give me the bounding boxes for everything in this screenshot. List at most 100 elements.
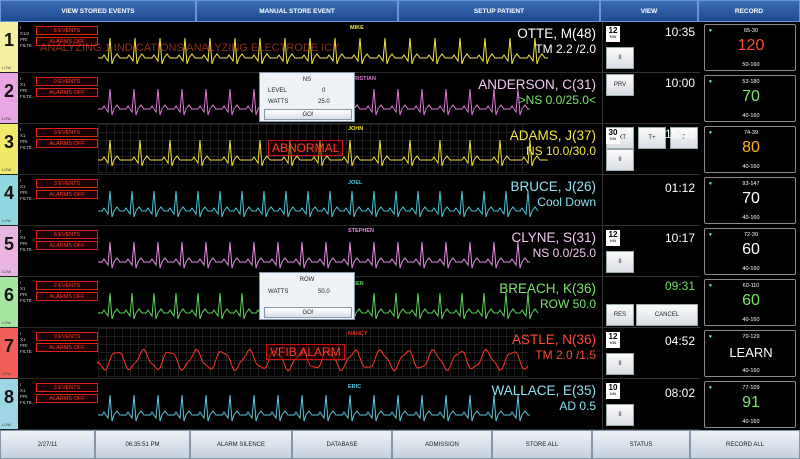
channel-tab[interactable]: 3 LOW xyxy=(0,124,18,175)
channel-low-label: LOW xyxy=(2,320,12,325)
alarms-off-button[interactable]: ALARMS OFF xyxy=(36,394,98,403)
go-button[interactable]: GO! xyxy=(264,307,352,318)
patient-status: NS 0.0/25.0 xyxy=(532,246,596,260)
elapsed-time: 10:00 xyxy=(664,76,695,90)
pause-button[interactable]: II xyxy=(606,404,634,426)
watts-value[interactable]: 50.0 xyxy=(318,289,330,295)
interval-box[interactable]: 12 MIN xyxy=(606,26,620,42)
interval-box[interactable]: 30 MIN xyxy=(606,128,620,144)
channel-tab[interactable]: 7 LOW xyxy=(0,328,18,379)
events-button[interactable]: 6 EVENTS xyxy=(36,230,98,239)
manual-store-event-button[interactable]: MANUAL STORE EVENT xyxy=(196,0,398,22)
pause-button[interactable]: II xyxy=(606,251,634,273)
interval-box[interactable]: 12 MIN xyxy=(606,332,620,348)
rate-range: 74-39 xyxy=(743,130,759,136)
events-button[interactable]: 9 EVENTS xyxy=(36,128,98,137)
events-button[interactable]: 0 EVENTS xyxy=(36,77,98,86)
patient-row[interactable]: I X1 PRI FILTE 6 EVENTS ALARMS OFF STEPHEN CLYN… xyxy=(18,226,602,277)
patient-tag: RISTIAN xyxy=(354,76,376,82)
alarms-off-button[interactable]: ALARMS OFF xyxy=(36,88,98,97)
previous-button[interactable]: PRV xyxy=(606,74,634,96)
interval-value: 30 xyxy=(608,128,618,137)
view-stored-events-button[interactable]: VIEW STORED EVENTS xyxy=(0,0,196,22)
setup-patient-button[interactable]: SETUP PATIENT xyxy=(398,0,600,22)
analysis-message: ANALYZING 1 INDICATIONS ANALYZING ELECTR… xyxy=(40,42,340,54)
alarms-off-button[interactable]: ALARMS OFF xyxy=(36,241,98,250)
heart-rate-tile[interactable]: ♥ 53-180 70 40-160 xyxy=(704,75,796,122)
heart-rate-value: 91 xyxy=(742,394,760,411)
level-value[interactable]: 0 xyxy=(322,88,325,94)
interval-value: 12 xyxy=(608,26,618,35)
channel-number: 3 xyxy=(3,132,14,152)
lead-setting: FILTE xyxy=(20,145,32,150)
channel-tab[interactable]: 5 LOW xyxy=(0,226,18,277)
events-button[interactable]: 9 EVENTS xyxy=(36,332,98,341)
view-button[interactable]: VIEW xyxy=(600,0,698,22)
go-button[interactable]: GO! xyxy=(264,109,352,120)
database-button[interactable]: DATABASE xyxy=(292,430,392,459)
alarm-indicator: VFIB ALARM xyxy=(266,344,345,360)
watts-value[interactable]: 25.0 xyxy=(318,99,330,105)
interval-box[interactable]: 10 MIN xyxy=(606,383,620,399)
view-row: 09:31 RES CANCEL xyxy=(603,277,701,328)
alarms-off-button[interactable]: ALARMS OFF xyxy=(36,139,98,148)
patient-name: WALLACE, E(35) xyxy=(491,383,596,398)
events-button[interactable]: 8 EVENTS xyxy=(36,26,98,35)
admission-button[interactable]: ADMISSION xyxy=(392,430,492,459)
rate-range: 65-30 xyxy=(743,28,759,34)
patient-row[interactable]: I X1 PRI FILTE 3 EVENTS ALARMS OFF JOEL BRUCE, … xyxy=(18,175,602,226)
interval-box[interactable]: 12 MIN xyxy=(606,230,620,246)
lead-setting: FILTE xyxy=(20,400,32,405)
channel-tab[interactable]: 6 LOW xyxy=(0,277,18,328)
rate-range: 93-147 xyxy=(742,181,760,187)
rate-limits: 40-160 xyxy=(742,368,760,374)
heart-rate-tile[interactable]: ♥ 93-147 70 40-160 xyxy=(704,177,796,224)
alarms-off-button[interactable]: ALARMS OFF xyxy=(36,190,98,199)
rate-limits: 40-160 xyxy=(742,317,760,323)
heart-rate-tile[interactable]: ♥ 60-110 60 40-160 xyxy=(704,279,796,326)
heart-rate-value: 70 xyxy=(742,190,760,207)
view-row: 30 MIN 15:02 II xyxy=(603,124,701,175)
record-button[interactable]: RECORD xyxy=(698,0,800,22)
view-row: 10:00 PRV NXT T+ T- xyxy=(603,73,701,149)
patient-row[interactable]: I X1/2 PRI FILTE 8 EVENTS ALARMS OFF ANALYZING… xyxy=(18,22,602,73)
store-all-button[interactable]: STORE ALL xyxy=(492,430,592,459)
channel-tab[interactable]: 4 LOW xyxy=(0,175,18,226)
alarm-silence-button[interactable]: ALARM SILENCE xyxy=(190,430,292,459)
patient-row[interactable]: I X1 PRI FILTE 9 EVENTS ALARMS OFF JOHN ABNORMA… xyxy=(18,124,602,175)
events-button[interactable]: 3 EVENTS xyxy=(36,383,98,392)
patient-name: BRUCE, J(26) xyxy=(510,179,596,194)
heart-rate-tile[interactable]: ♥ 65-30 120 50-160 xyxy=(704,24,796,71)
heart-rate-tile[interactable]: ♥ 72-30 60 40-160 xyxy=(704,228,796,275)
cancel-button[interactable]: CANCEL xyxy=(636,304,698,326)
patient-row[interactable]: I X1 PRI FILTE 3 EVENTS ALARMS OFF ERIC WALLACE… xyxy=(18,379,602,430)
record-all-button[interactable]: RECORD ALL xyxy=(690,430,800,459)
rate-limits: 40-160 xyxy=(742,266,760,272)
pause-button[interactable]: II xyxy=(606,47,634,69)
channel-number: 7 xyxy=(3,336,14,356)
elapsed-time: 01:12 xyxy=(664,181,695,195)
channel-tab[interactable]: 2 LOW xyxy=(0,73,18,124)
interval-value: 12 xyxy=(608,230,618,239)
view-row: 12 MIN 04:52 II xyxy=(603,328,701,379)
status-button[interactable]: STATUS xyxy=(592,430,690,459)
patient-row[interactable]: I X1 PRI FILTE 9 EVENTS ALARMS OFF NANCY VFIB A… xyxy=(18,328,602,379)
pause-button[interactable]: II xyxy=(606,353,634,375)
pause-button[interactable]: II xyxy=(606,149,634,171)
interval-unit: MIN xyxy=(609,137,617,141)
alarms-off-button[interactable]: ALARMS OFF xyxy=(36,292,98,301)
channel-tab[interactable]: 1 LOW xyxy=(0,22,18,73)
channel-number: 2 xyxy=(3,81,14,101)
channel-column: 1 LOW 2 LOW 3 LOW 4 LOW 5 LOW 6 LOW 7 LOW 8 LOW xyxy=(0,22,18,430)
alarm-indicator: ABNORMAL xyxy=(268,140,344,156)
reset-button[interactable]: RES xyxy=(606,304,634,326)
heart-rate-tile[interactable]: ♥ 70-129 LEARN 40-160 xyxy=(704,330,796,377)
channel-tab[interactable]: 8 LOW xyxy=(0,379,18,430)
watts-label: WATTS xyxy=(268,289,289,295)
heart-rate-tile[interactable]: ♥ 77-109 91 40-160 xyxy=(704,381,796,428)
events-button[interactable]: 3 EVENTS xyxy=(36,179,98,188)
patient-name: ADAMS, J(37) xyxy=(509,128,596,143)
events-button[interactable]: 2 EVENTS xyxy=(36,281,98,290)
alarms-off-button[interactable]: ALARMS OFF xyxy=(36,343,98,352)
heart-rate-tile[interactable]: ♥ 74-39 80 40-160 xyxy=(704,126,796,173)
